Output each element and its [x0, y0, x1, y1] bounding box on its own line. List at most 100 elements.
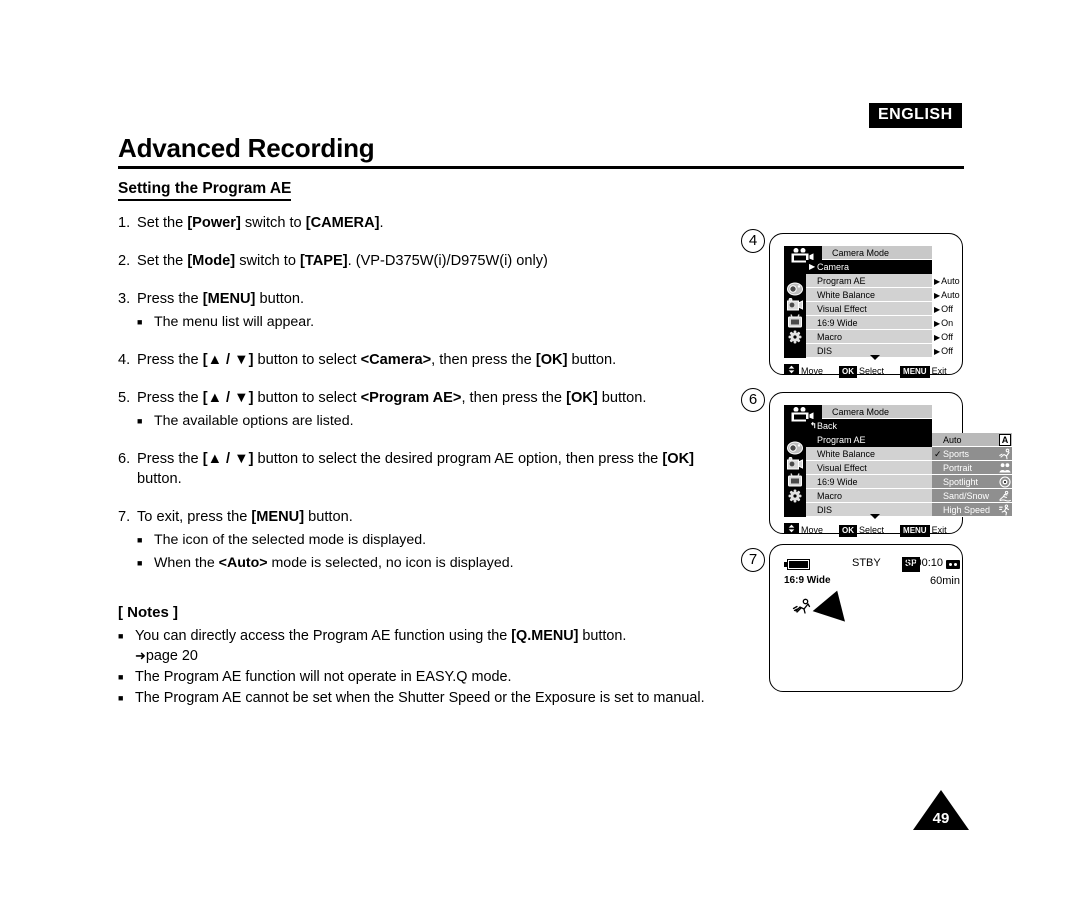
section-title: Setting the Program AE: [118, 180, 292, 201]
tape-reel-left: [949, 563, 952, 566]
program-ae-option[interactable]: Spotlight: [932, 475, 1012, 489]
note-text: The Program AE cannot be set when the Sh…: [135, 690, 705, 706]
step-text: Press the [▲ / ▼] button to select <Came…: [137, 352, 617, 368]
step-number: 3.: [118, 291, 131, 307]
program-ae-option-label: Sports: [943, 449, 970, 459]
step-bullet: The available options are listed.: [137, 412, 718, 431]
menu-item[interactable]: Macro: [806, 330, 932, 344]
note-text: The Program AE function will not operate…: [135, 669, 512, 685]
menu-item[interactable]: DIS: [806, 344, 932, 358]
menu-rows-step4: ▶ Camera Program AE White Balance Visual Eff…: [806, 260, 932, 358]
lcd-record-display: STBY SP 0:00:10 16:9 Wide 60min: [784, 557, 960, 677]
caret-right-icon: ▶: [934, 333, 941, 342]
arrow-right-icon: ➜: [135, 648, 146, 663]
timecode: 0:00:10: [906, 557, 943, 569]
gear-icon: [787, 330, 803, 344]
up-down-arrow-key-icon: [784, 523, 799, 538]
record-direction-triangle: [812, 585, 854, 622]
hint-group: OK Select: [839, 364, 884, 379]
page-number-badge: 49: [913, 790, 969, 830]
notes-section: [ Notes ] You can directly access the Pr…: [118, 604, 718, 709]
notes-title: [ Notes ]: [118, 604, 178, 621]
menu-item[interactable]: Visual Effect: [806, 461, 932, 475]
lcd-illustration-step7: STBY SP 0:00:10 16:9 Wide 60min: [769, 544, 963, 692]
menu-item-label: Visual Effect: [817, 304, 867, 314]
lcd-screen: Camera Mode: [784, 405, 1012, 519]
menu-item[interactable]: 16:9 Wide: [806, 475, 932, 489]
menu-item[interactable]: Visual Effect: [806, 302, 932, 316]
step-marker-7: 7: [741, 548, 765, 572]
menu-value-label: Off: [941, 332, 953, 342]
menu-item-label: Program AE: [817, 276, 866, 286]
gear-icon: [787, 489, 803, 503]
program-ae-option-label: Auto: [943, 435, 962, 445]
program-ae-option[interactable]: Portrait: [932, 461, 1012, 475]
step-marker-6: 6: [741, 388, 765, 412]
menu-item[interactable]: ↰ Back: [806, 419, 932, 433]
instruction-step: 6. Press the [▲ / ▼] button to select the…: [118, 449, 718, 489]
program-ae-option[interactable]: ✓ Sports: [932, 447, 1012, 461]
menu-item-label: DIS: [817, 505, 833, 515]
step-text: To exit, press the [MENU] button.: [137, 509, 353, 525]
caret-right-icon: ▶: [809, 262, 816, 271]
high-speed-icon: [999, 504, 1011, 516]
menu-title: Camera Mode: [822, 246, 932, 260]
hint-label: Exit: [931, 525, 947, 536]
step-bullet: The menu list will appear.: [137, 313, 718, 332]
menu-value: ▶Off: [934, 344, 980, 358]
menu-value-label: Auto: [941, 276, 960, 286]
tape-reel-right: [954, 563, 957, 566]
camera-icon: [787, 282, 803, 296]
step-number: 4.: [118, 352, 131, 368]
menu-value-label: Off: [941, 346, 953, 356]
menu-value: ▶Auto: [934, 274, 980, 288]
program-ae-option-label: Sand/Snow: [943, 491, 990, 501]
menu-title: Camera Mode: [822, 405, 932, 419]
hint-label: Select: [859, 525, 885, 536]
page-title: Advanced Recording: [118, 133, 375, 163]
program-ae-option-label: Spotlight: [943, 477, 979, 487]
sand-snow-icon: [999, 490, 1011, 502]
key-badge-ok[interactable]: OK: [839, 524, 858, 537]
menu-value-label: Auto: [941, 290, 960, 300]
menu-item-label: White Balance: [817, 290, 876, 300]
menu-item[interactable]: White Balance: [806, 447, 932, 461]
tape-icon: [946, 560, 960, 569]
standby-status: STBY: [852, 557, 881, 569]
step-marker-4: 4: [741, 229, 765, 253]
movie-camera-icon: [787, 298, 803, 312]
menu-item[interactable]: Program AE: [806, 433, 932, 447]
tv-monitor-icon: [787, 473, 803, 487]
program-ae-option[interactable]: Sand/Snow: [932, 489, 1012, 503]
menu-item[interactable]: 16:9 Wide: [806, 316, 932, 330]
menu-item[interactable]: Macro: [806, 489, 932, 503]
check-icon: ✓: [934, 449, 942, 459]
hint-label: Move: [801, 366, 824, 377]
caret-right-icon: ▶: [934, 347, 941, 356]
step-text: Set the [Mode] switch to [TAPE]. (VP-D37…: [137, 253, 548, 269]
menu-item[interactable]: White Balance: [806, 288, 932, 302]
menu-item-label: Visual Effect: [817, 463, 867, 473]
instruction-step: 7. To exit, press the [MENU] button. The i…: [118, 507, 718, 573]
menu-item-label: Camera: [817, 262, 850, 272]
spotlight-icon: [999, 476, 1011, 488]
menu-rows-step6: ↰ Back Program AE White Balance Visual Effec…: [806, 419, 932, 517]
step-number: 1.: [118, 215, 131, 231]
key-badge-menu[interactable]: MENU: [900, 524, 930, 537]
hint-label: Move: [801, 525, 824, 536]
program-ae-option-label: High Speed: [943, 505, 991, 515]
menu-value: ▶Auto: [934, 288, 980, 302]
program-ae-option[interactable]: Auto A: [932, 433, 1012, 447]
menu-item[interactable]: DIS: [806, 503, 932, 517]
key-badge-ok[interactable]: OK: [839, 365, 858, 378]
hint-group: OK Select: [839, 523, 884, 538]
page-reference[interactable]: ➜page 20: [135, 646, 718, 666]
key-badge-menu[interactable]: MENU: [900, 365, 930, 378]
program-ae-option[interactable]: High Speed: [932, 503, 1012, 517]
menu-item[interactable]: ▶ Camera: [806, 260, 932, 274]
menu-value: ▶Off: [934, 302, 980, 316]
note-item: You can directly access the Program AE f…: [118, 626, 718, 666]
menu-item-label: Macro: [817, 491, 843, 501]
menu-item[interactable]: Program AE: [806, 274, 932, 288]
portrait-icon: [999, 462, 1011, 474]
